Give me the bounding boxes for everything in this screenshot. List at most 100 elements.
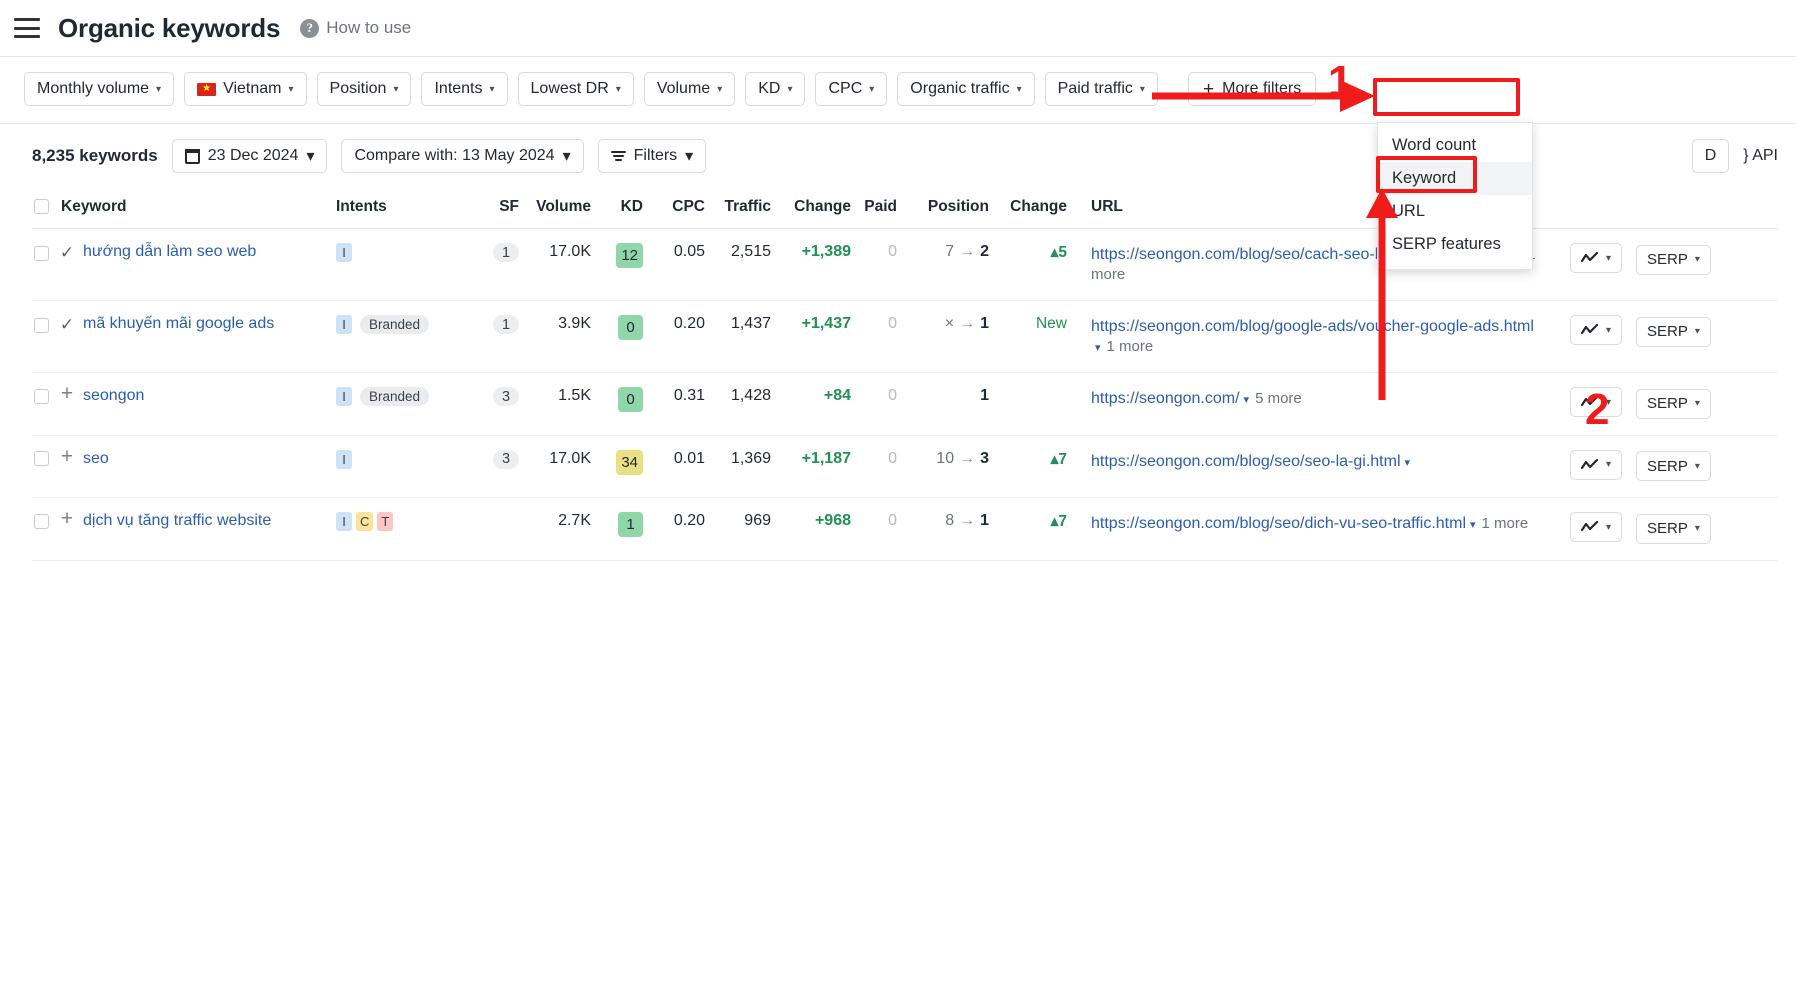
url-chevron-down-icon[interactable]: ▾ bbox=[1095, 342, 1101, 354]
keyword-link[interactable]: seo bbox=[83, 450, 278, 468]
table-column-intents-1[interactable]: Intents bbox=[322, 188, 467, 229]
keyword-link[interactable]: dịch vụ tăng traffic website bbox=[83, 512, 278, 530]
cell-paid: 0 bbox=[857, 435, 903, 499]
cell-traffic: 2,515 bbox=[711, 228, 777, 302]
keyword-link[interactable]: mã khuyến mãi google ads bbox=[83, 315, 278, 333]
table-column-position-9[interactable]: Position bbox=[903, 188, 995, 229]
more-filters-item-serp-features[interactable]: SERP features bbox=[1378, 228, 1532, 261]
filter-button-volume[interactable]: Volume ▾ bbox=[643, 72, 736, 106]
filter-button-position[interactable]: Position ▾ bbox=[316, 72, 412, 106]
api-link[interactable]: } API bbox=[1743, 147, 1778, 165]
row-checkbox[interactable] bbox=[34, 318, 49, 334]
url-more-label[interactable]: 1 more bbox=[1482, 515, 1529, 532]
table-column-volume-3[interactable]: Volume bbox=[525, 188, 597, 229]
serp-dropdown-button[interactable]: SERP ▾ bbox=[1636, 316, 1711, 347]
more-filters-item-keyword[interactable]: Keyword bbox=[1378, 162, 1532, 195]
table-row[interactable]: + seo I 3 17.0K 34 0.01 1,369 +1,187 0 10 → 3 ▴7 https… bbox=[32, 435, 1778, 499]
table-column-kd-4[interactable]: KD bbox=[597, 188, 649, 229]
cell-sf: 1 bbox=[467, 300, 525, 374]
table-column-traffic-6[interactable]: Traffic bbox=[711, 188, 777, 229]
row-checkbox[interactable] bbox=[34, 388, 49, 404]
serp-label: SERP bbox=[1647, 395, 1688, 413]
tracked-check-icon[interactable]: ✓ bbox=[59, 243, 75, 263]
row-checkbox[interactable] bbox=[34, 451, 49, 467]
cell-traffic-change: +84 bbox=[777, 372, 857, 436]
table-column-sf-2[interactable]: SF bbox=[467, 188, 525, 229]
table-column-paid-8[interactable]: Paid bbox=[857, 188, 903, 229]
chevron-down-icon: ▾ bbox=[1606, 396, 1612, 408]
table-column-label: Position bbox=[927, 198, 989, 215]
filter-button-organic-traffic[interactable]: Organic traffic ▾ bbox=[897, 72, 1035, 106]
chart-dropdown-button[interactable]: ▾ bbox=[1570, 243, 1623, 273]
sparkline-icon bbox=[1581, 396, 1599, 407]
serp-dropdown-button[interactable]: SERP ▾ bbox=[1636, 451, 1711, 482]
filter-button-paid-traffic[interactable]: Paid traffic ▾ bbox=[1044, 72, 1158, 106]
table-column-change-10[interactable]: Change bbox=[995, 188, 1073, 229]
add-keyword-icon[interactable]: + bbox=[59, 446, 75, 467]
more-filters-item-word-count[interactable]: Word count bbox=[1378, 129, 1532, 162]
cell-volume: 1.5K bbox=[525, 372, 597, 436]
url-chevron-down-icon[interactable]: ▾ bbox=[1405, 457, 1411, 469]
row-checkbox[interactable] bbox=[34, 246, 49, 262]
position-from: × bbox=[944, 315, 955, 333]
serp-dropdown-button[interactable]: SERP ▾ bbox=[1636, 513, 1711, 544]
table-column-cpc-5[interactable]: CPC bbox=[649, 188, 711, 229]
more-filters-item-url[interactable]: URL bbox=[1378, 195, 1532, 228]
how-to-use-link[interactable]: ? How to use bbox=[300, 18, 411, 38]
intent-badge-i[interactable]: I bbox=[336, 449, 352, 469]
hamburger-menu-icon[interactable] bbox=[14, 18, 40, 38]
filter-button-monthly-volume[interactable]: Monthly volume ▾ bbox=[24, 72, 175, 106]
table-row[interactable]: + seongon I Branded 3 1.5K 0 0.31 1,428 +84 0 1 http… bbox=[32, 372, 1778, 436]
chart-dropdown-button[interactable]: ▾ bbox=[1570, 512, 1623, 543]
table-row[interactable]: ✓ mã khuyến mãi google ads I Branded 1 3.9K 0 0… bbox=[32, 300, 1778, 374]
url-more-label[interactable]: 5 more bbox=[1255, 390, 1302, 407]
table-column-keyword-0[interactable]: Keyword bbox=[32, 188, 322, 229]
chart-dropdown-button[interactable]: ▾ bbox=[1570, 449, 1623, 480]
filter-button-label: Organic traffic bbox=[910, 80, 1010, 97]
filter-button-lowest-dr[interactable]: Lowest DR ▾ bbox=[517, 72, 634, 106]
export-button[interactable]: D bbox=[1691, 139, 1730, 173]
table-column-change-7[interactable]: Change bbox=[777, 188, 857, 229]
filter-button-vietnam[interactable]: ★ Vietnam ▾ bbox=[184, 72, 307, 106]
select-all-checkbox[interactable] bbox=[34, 199, 49, 215]
filter-button-kd[interactable]: KD ▾ bbox=[745, 72, 806, 106]
add-keyword-icon[interactable]: + bbox=[59, 508, 75, 529]
chart-dropdown-button[interactable]: ▾ bbox=[1570, 315, 1623, 346]
filter-button-label: KD bbox=[758, 80, 781, 97]
url-link[interactable]: https://seongon.com/blog/seo/dich-vu-seo… bbox=[1091, 515, 1466, 532]
serp-label: SERP bbox=[1647, 520, 1688, 538]
row-checkbox[interactable] bbox=[34, 513, 49, 529]
url-link[interactable]: https://seongon.com/blog/seo/seo-la-gi.h… bbox=[1091, 453, 1401, 470]
intent-badge-t[interactable]: T bbox=[377, 512, 394, 532]
url-chevron-down-icon[interactable]: ▾ bbox=[1470, 519, 1476, 531]
add-keyword-icon[interactable]: + bbox=[59, 383, 75, 404]
table-row[interactable]: + dịch vụ tăng traffic website I C T 2.7K 1 0.2… bbox=[32, 497, 1778, 561]
cell-actions: ▾ SERP ▾ bbox=[1548, 435, 1778, 499]
filters-button[interactable]: Filters ▾ bbox=[597, 139, 707, 173]
date-picker-button[interactable]: 23 Dec 2024 ▾ bbox=[171, 139, 328, 173]
intent-badge-i[interactable]: I bbox=[336, 512, 352, 532]
intent-badge-i[interactable]: I bbox=[336, 387, 352, 407]
tracked-check-icon[interactable]: ✓ bbox=[59, 315, 75, 335]
more-filters-button[interactable]: + More filters bbox=[1187, 72, 1317, 106]
keyword-link[interactable]: seongon bbox=[83, 387, 278, 405]
filter-button-cpc[interactable]: CPC ▾ bbox=[815, 72, 888, 106]
table-column-label: URL bbox=[1091, 198, 1123, 215]
intent-badge-i[interactable]: I bbox=[336, 243, 352, 262]
chart-dropdown-button[interactable]: ▾ bbox=[1570, 387, 1623, 418]
url-link[interactable]: https://seongon.com/blog/google-ads/vouc… bbox=[1091, 318, 1534, 335]
intent-badge-c[interactable]: C bbox=[356, 512, 374, 532]
url-link[interactable]: https://seongon.com/ bbox=[1091, 390, 1240, 407]
serp-dropdown-button[interactable]: SERP ▾ bbox=[1636, 244, 1711, 275]
serp-dropdown-button[interactable]: SERP ▾ bbox=[1636, 388, 1711, 419]
paid-value: 0 bbox=[888, 449, 897, 467]
intent-badge-i[interactable]: I bbox=[336, 315, 352, 335]
cell-paid: 0 bbox=[857, 300, 903, 374]
position-new-badge: New bbox=[1035, 315, 1067, 333]
compare-with-button[interactable]: Compare with: 13 May 2024 ▾ bbox=[341, 139, 584, 173]
url-more-label[interactable]: 1 more bbox=[1107, 338, 1154, 355]
url-chevron-down-icon[interactable]: ▾ bbox=[1244, 394, 1250, 406]
filter-button-intents[interactable]: Intents ▾ bbox=[421, 72, 508, 106]
cell-keyword: ✓ hướng dẫn làm seo web bbox=[32, 228, 322, 302]
keyword-link[interactable]: hướng dẫn làm seo web bbox=[83, 243, 278, 261]
